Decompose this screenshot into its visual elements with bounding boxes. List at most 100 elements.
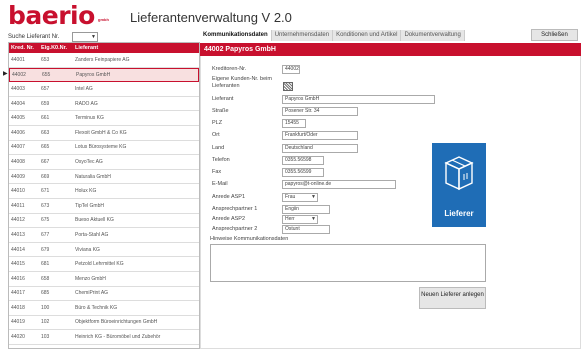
table-row[interactable]: 44007 665 Lotus Bürosysteme KG <box>9 140 199 156</box>
table-row[interactable]: 44016 658 Menzo GmbH <box>9 271 199 287</box>
table-row[interactable]: 44014 679 Viviana KG <box>9 242 199 258</box>
anrede1-select[interactable]: Frau ▼ <box>282 193 318 202</box>
table-row[interactable]: 440219906-4Vario Möbel KG <box>9 344 199 348</box>
anrede1-value: Frau <box>285 194 296 200</box>
kred-nr-cell: 44003 <box>11 85 25 92</box>
logo-suffix: gmbh <box>98 17 109 22</box>
lieferant-cell: Lotus Bürosysteme KG <box>75 144 127 151</box>
search-select[interactable]: ▼ <box>72 32 98 42</box>
ansprech1-field[interactable]: Engiin <box>282 205 330 214</box>
lieferant-cell: RADO AG <box>75 100 98 107</box>
ort-field[interactable]: Frankfurt/Oder <box>282 131 358 140</box>
chevron-down-icon: ▼ <box>91 34 96 40</box>
kreditor-field[interactable]: 44002 <box>282 65 300 74</box>
lieferant-cell: Holux KG <box>75 188 97 195</box>
kred-nr-cell: 44015 <box>11 261 25 268</box>
table-row[interactable]: 44002 655 Papyros GmbH <box>9 67 199 83</box>
table-row[interactable]: 44008 667 OsyoTec AG <box>9 155 199 170</box>
lieferant-cell: Objektform Büroeinrichtungen GmbH <box>75 319 158 326</box>
kred-nr-cell: 44020 <box>11 334 25 341</box>
plz-label: PLZ <box>212 120 223 126</box>
table-row[interactable]: 44013 677 Porta-Stahl AG <box>9 228 199 243</box>
lieferant-cell: Petzold Lehrmittel KG <box>75 261 124 268</box>
eig-nr-cell: 661 <box>41 115 50 122</box>
fax-label: Fax <box>212 169 222 175</box>
strasse-field[interactable]: Posener Str. 34 <box>282 107 358 116</box>
telefon-field[interactable]: 0355.56598 <box>282 156 324 165</box>
record-selector-icon: ▶ <box>3 71 8 77</box>
plz-field[interactable]: 15455 <box>282 119 306 128</box>
eigene-kunden-nr-label: Eigene Kunden-Nr. beim Lieferanten <box>212 76 272 89</box>
table-row[interactable]: 44019 102 Objektform Büroeinrichtungen Gmb… <box>9 315 199 331</box>
kred-nr-cell: 44011 <box>11 202 25 209</box>
land-label: Land <box>212 145 225 151</box>
eig-nr-cell: 669 <box>41 173 50 180</box>
email-field[interactable]: papyros@t-online.de <box>282 180 396 189</box>
eig-nr-cell: 659 <box>41 100 50 107</box>
kred-nr-cell: 44014 <box>11 246 25 253</box>
notes-field[interactable] <box>210 244 486 282</box>
table-row[interactable]: 44001 653 Zanders Feinpapiere AG <box>9 53 199 68</box>
eig-nr-cell: 102 <box>41 319 50 326</box>
anrede2-select[interactable]: Herr ▼ <box>282 215 318 224</box>
table-row[interactable]: 44017 685 ChemiPrint AG <box>9 286 199 302</box>
column-header-lieferant: Lieferant <box>75 45 99 51</box>
chevron-down-icon: ▼ <box>311 216 316 222</box>
strasse-label: Straße <box>212 108 229 114</box>
eig-nr-cell: 655 <box>42 71 51 78</box>
detail-header: 44002 Papyros GmbH <box>200 43 581 56</box>
new-supplier-button[interactable]: Neuen Lieferer anlegen <box>419 287 486 309</box>
fax-field[interactable]: 0355.56599 <box>282 168 324 177</box>
tab-unternehmensdaten[interactable]: Unternehmensdaten <box>271 30 334 41</box>
lieferant-cell: Terminus KG <box>75 115 104 122</box>
table-row[interactable]: 44005 661 Terminus KG <box>9 111 199 126</box>
kreditor-label: Kreditoren-Nr. <box>212 66 247 72</box>
kred-nr-cell: 44013 <box>11 231 25 238</box>
lieferant-cell: Naturalia GmbH <box>75 173 111 180</box>
lieferer-badge: Lieferer <box>432 143 486 227</box>
lieferant-cell: Papyros GmbH <box>76 71 111 78</box>
table-row[interactable]: 44018 100 Büro & Technik KG <box>9 301 199 316</box>
eig-nr-cell: 658 <box>41 275 50 282</box>
eig-nr-cell: 685 <box>41 290 50 297</box>
anrede2-label: Anrede ASP2 <box>212 216 246 222</box>
eig-nr-cell: 653 <box>41 56 50 63</box>
supplier-list[interactable]: Kred. Nr. Eig.K0.Nr. Lieferant 44001 653 Z… <box>8 42 200 349</box>
eig-nr-cell: 673 <box>41 202 50 209</box>
table-row[interactable]: 44011 673 TipTel GmbH <box>9 198 199 214</box>
kred-nr-cell: 44002 <box>12 71 26 78</box>
lieferant-cell: Büro & Technik KG <box>75 304 118 311</box>
lieferant-cell: Porta-Stahl AG <box>75 231 109 238</box>
table-row[interactable]: 44006 663 Flexoit GmbH & Co KG <box>9 125 199 141</box>
kred-nr-cell: 44007 <box>11 144 25 151</box>
telefon-label: Telefon <box>212 157 230 163</box>
table-row[interactable]: 44009 669 Naturalia GmbH <box>9 169 199 185</box>
search-label: Suche Lieferant Nr. <box>8 34 60 40</box>
lieferant-cell: Intel AG <box>75 85 93 92</box>
table-row[interactable]: 44010 671 Holux KG <box>9 184 199 199</box>
tab-bar: Kommunikationsdaten Unternehmensdaten Ko… <box>200 30 465 41</box>
lieferant-cell: Flexoit GmbH & Co KG <box>75 129 127 136</box>
kred-nr-cell: 44006 <box>11 129 25 136</box>
lieferant-cell: Menzo GmbH <box>75 275 106 282</box>
table-row[interactable]: 44003 657 Intel AG <box>9 82 199 97</box>
table-row[interactable]: 44004 659 RADO AG <box>9 96 199 112</box>
ansprech2-field[interactable]: Ostunt <box>282 225 330 234</box>
lieferant-field[interactable]: Papyros GmbH <box>282 95 435 104</box>
kred-nr-cell: 44009 <box>11 173 25 180</box>
lieferant-cell: TipTel GmbH <box>75 202 104 209</box>
eig-nr-cell: 100 <box>41 304 50 311</box>
close-button[interactable]: Schließen <box>531 29 578 41</box>
eigene-kunden-nr-field[interactable] <box>283 82 293 91</box>
eig-nr-cell: 667 <box>41 158 50 165</box>
tab-kommunikationsdaten[interactable]: Kommunikationsdaten <box>200 30 272 41</box>
tab-konditionen[interactable]: Konditionen und Artikel <box>333 30 402 41</box>
tab-dokumentverwaltung[interactable]: Dokumentverwaltung <box>401 30 465 41</box>
table-row[interactable]: 44012 675 Bueso Aktuell KG <box>9 213 199 229</box>
eig-nr-cell: 681 <box>41 261 50 268</box>
chevron-down-icon: ▼ <box>311 194 316 200</box>
table-row[interactable]: 44015 681 Petzold Lehrmittel KG <box>9 257 199 272</box>
kred-nr-cell: 44010 <box>11 188 25 195</box>
table-row[interactable]: 44020 103 Heinrich KG - Büromöbel und Zube… <box>9 330 199 345</box>
land-field[interactable]: Deutschland <box>282 144 358 153</box>
